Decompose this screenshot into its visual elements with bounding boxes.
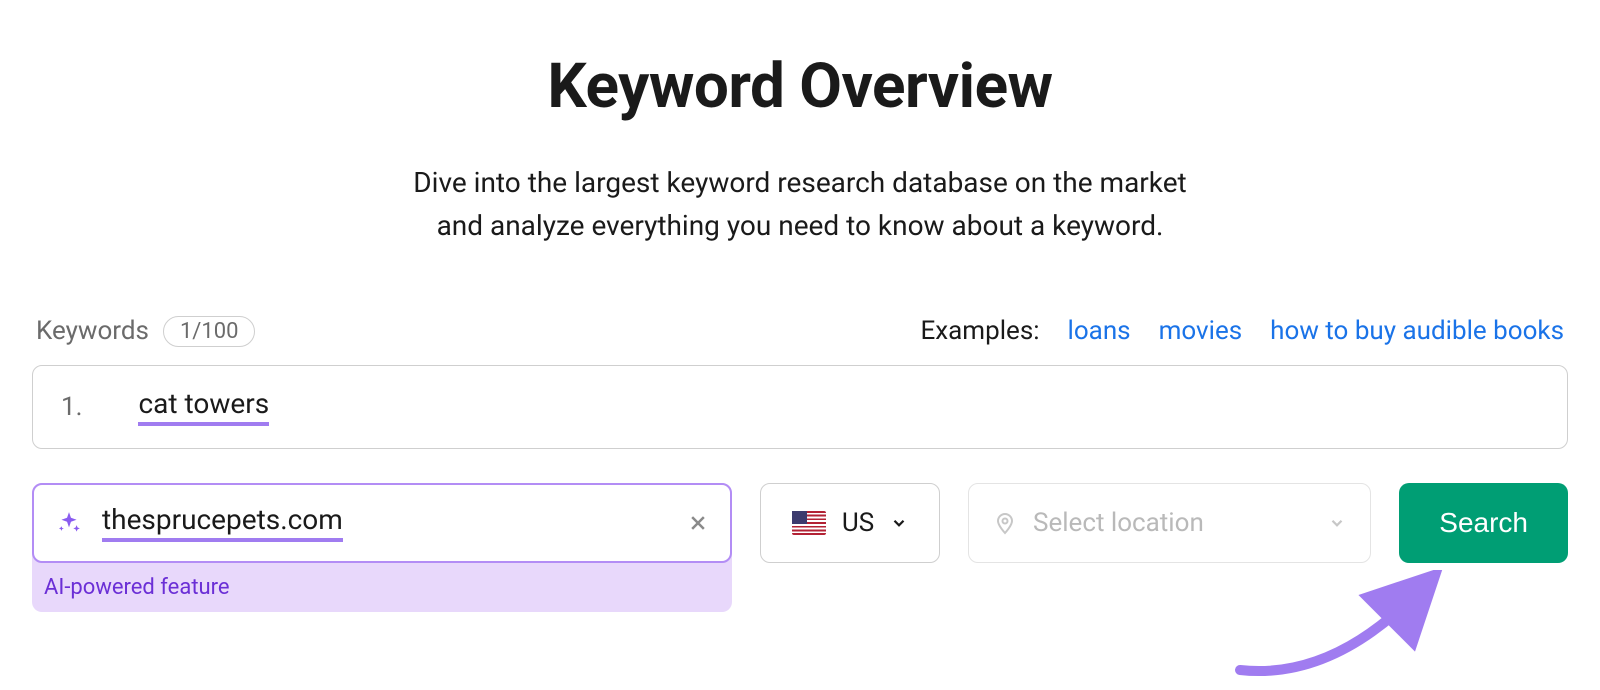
keywords-label-group: Keywords 1/100 [36, 316, 255, 347]
location-placeholder: Select location [1033, 508, 1312, 538]
location-select[interactable]: Select location [968, 483, 1371, 563]
subtitle-line-2: and analyze everything you need to know … [437, 209, 1164, 242]
page-subtitle: Dive into the largest keyword research d… [32, 161, 1568, 248]
flag-us-icon [792, 511, 826, 535]
sparkle-icon [56, 510, 82, 536]
location-pin-icon [993, 511, 1017, 535]
example-link-loans[interactable]: loans [1068, 316, 1131, 346]
page-title: Keyword Overview [32, 50, 1568, 123]
keyword-value: cat towers [138, 387, 269, 426]
keyword-index: 1. [61, 392, 82, 422]
chevron-down-icon [1328, 514, 1346, 532]
ai-feature-caption: AI-powered feature [32, 563, 732, 600]
country-code: US [842, 508, 874, 538]
keywords-label: Keywords [36, 316, 149, 346]
keyword-input[interactable]: 1. cat towers [32, 365, 1568, 449]
country-select[interactable]: US [760, 483, 940, 563]
domain-value: thesprucepets.com [102, 503, 343, 542]
chevron-down-icon [890, 514, 908, 532]
keywords-count-badge: 1/100 [163, 316, 256, 347]
example-link-howto[interactable]: how to buy audible books [1270, 316, 1564, 346]
examples-group: Examples: loans movies how to buy audibl… [920, 316, 1564, 346]
subtitle-line-1: Dive into the largest keyword research d… [413, 166, 1186, 199]
keywords-header-row: Keywords 1/100 Examples: loans movies ho… [32, 316, 1568, 347]
ai-domain-block: thesprucepets.com AI-powered feature [32, 483, 732, 612]
examples-label: Examples: [920, 316, 1039, 346]
close-icon[interactable] [688, 513, 708, 533]
bottom-controls-row: thesprucepets.com AI-powered feature US … [32, 483, 1568, 612]
domain-input[interactable]: thesprucepets.com [32, 483, 732, 563]
example-link-movies[interactable]: movies [1159, 316, 1243, 346]
search-button[interactable]: Search [1399, 483, 1568, 563]
